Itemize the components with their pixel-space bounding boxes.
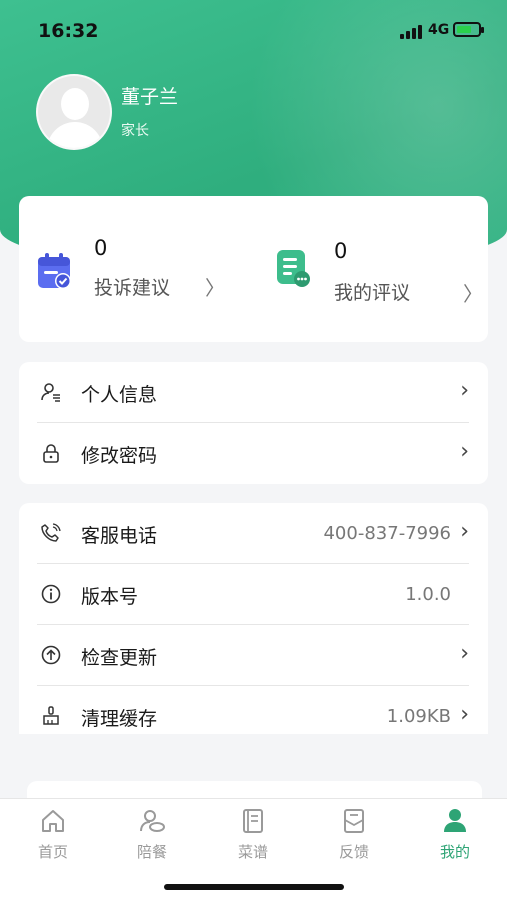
info-icon: [41, 584, 61, 604]
account-menu-card: 个人信息 › 修改密码 ›: [19, 362, 488, 484]
app-menu-card: 客服电话 400-837-7996 › 版本号 1.0.0 检查更新 › 清理缓…: [19, 503, 488, 734]
personal-info-label: 个人信息: [81, 384, 158, 406]
status-time: 16:32: [38, 20, 99, 42]
chevron-right-icon: ›: [460, 378, 469, 403]
complaint-suggestion-stat[interactable]: 0 投诉建议 〉: [19, 196, 253, 342]
check-update-row[interactable]: 检查更新 ›: [37, 625, 469, 686]
tab-mine-label: 我的: [439, 843, 470, 861]
review-label: 我的评议: [334, 282, 411, 304]
chevron-right-icon: 〉: [205, 276, 225, 300]
home-icon: [42, 810, 64, 832]
tab-home[interactable]: 首页: [23, 807, 83, 862]
stats-card: 0 投诉建议 〉 0 我的评议 〉: [19, 196, 488, 342]
dining-icon: [140, 810, 165, 832]
tab-dining-label: 陪餐: [136, 843, 167, 861]
chevron-right-icon: 〉: [463, 282, 483, 306]
clear-cache-label: 清理缓存: [81, 708, 158, 730]
tab-dining[interactable]: 陪餐: [122, 807, 182, 862]
cache-size-value: 1.09KB: [386, 706, 451, 727]
tab-mine[interactable]: 我的: [425, 807, 485, 862]
brush-icon: [43, 706, 59, 725]
phone-icon: [41, 523, 61, 542]
customer-service-row[interactable]: 客服电话 400-837-7996 ›: [37, 503, 469, 564]
battery-icon: [453, 22, 484, 37]
clear-cache-row[interactable]: 清理缓存 1.09KB ›: [37, 686, 469, 747]
home-indicator: [164, 884, 344, 890]
status-bar: 16:32 4G: [0, 0, 507, 60]
tab-home-label: 首页: [37, 843, 68, 861]
user-name: 董子兰: [121, 86, 179, 108]
upload-icon: [41, 645, 61, 665]
feedback-icon: [344, 809, 364, 833]
my-review-stat[interactable]: 0 我的评议 〉: [253, 196, 488, 342]
signal-icon: [400, 25, 422, 39]
menu-book-icon: [243, 809, 263, 833]
note-comment-icon: [277, 250, 310, 287]
chevron-right-icon: ›: [460, 439, 469, 464]
chevron-right-icon: ›: [460, 519, 469, 544]
change-password-row[interactable]: 修改密码 ›: [37, 423, 469, 484]
lock-icon: [43, 444, 59, 463]
personal-info-row[interactable]: 个人信息 ›: [37, 362, 469, 423]
version-label: 版本号: [81, 586, 139, 608]
person-info-icon: [41, 383, 60, 402]
check-update-label: 检查更新: [81, 647, 158, 669]
tab-recipes[interactable]: 菜谱: [223, 807, 283, 862]
version-value: 1.0.0: [405, 584, 451, 605]
profile-icon: [444, 809, 466, 832]
version-row: 版本号 1.0.0: [37, 564, 469, 625]
complaint-count: 0: [94, 236, 108, 260]
tab-recipes-label: 菜谱: [237, 843, 268, 861]
tab-feedback-label: 反馈: [338, 843, 369, 861]
chevron-right-icon: ›: [460, 641, 469, 666]
calendar-check-icon: [38, 253, 71, 289]
network-type: 4G: [428, 22, 450, 38]
customer-service-phone: 400-837-7996: [323, 523, 451, 544]
user-role: 家长: [121, 123, 149, 139]
change-password-label: 修改密码: [81, 445, 158, 467]
tab-feedback[interactable]: 反馈: [324, 807, 384, 862]
complaint-label: 投诉建议: [94, 277, 171, 299]
avatar[interactable]: [36, 74, 112, 150]
chevron-right-icon: ›: [460, 702, 469, 727]
customer-service-label: 客服电话: [81, 525, 158, 547]
review-count: 0: [334, 239, 348, 263]
